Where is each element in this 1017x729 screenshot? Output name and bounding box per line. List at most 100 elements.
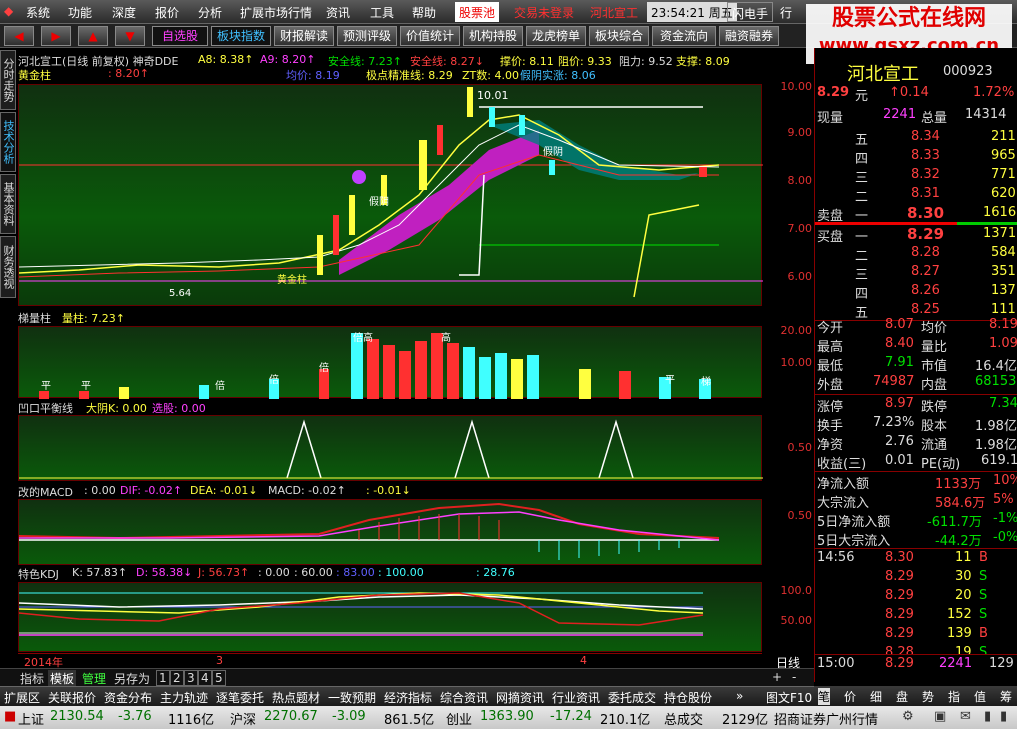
tab-indicator[interactable]: 指标 — [18, 670, 46, 686]
arrow-right-icon[interactable]: ▶ — [41, 26, 71, 46]
balance-panel[interactable] — [18, 415, 763, 481]
tick-row: 8.29 30 S — [815, 568, 1017, 587]
toolbar-report[interactable]: 财报解读 — [274, 26, 334, 46]
toolbar-rating[interactable]: 预测评级 — [337, 26, 397, 46]
tab-4[interactable]: 4 — [198, 670, 212, 686]
bottom-tabs: 指标 模板 管理 另存为 1 2 3 4 5 + - — [0, 668, 814, 686]
toolbar-margin[interactable]: 融资融券 — [719, 26, 779, 46]
price-unit: 元 — [855, 89, 869, 104]
quote-tab[interactable]: 指 — [948, 688, 960, 705]
link-tab[interactable]: 主力轨迹 — [160, 689, 208, 706]
toolbar-dragon-tiger[interactable]: 龙虎榜单 — [526, 26, 586, 46]
menu-extended-market[interactable]: 扩展市场行情 — [240, 4, 312, 21]
link-tab[interactable]: 行业资讯 — [552, 689, 600, 706]
tab-finance[interactable]: 财务透视 — [0, 236, 16, 298]
arrow-down-icon[interactable]: ▼ — [115, 26, 145, 46]
link-tab[interactable]: 一致预期 — [328, 689, 376, 706]
quote-tab[interactable]: 笔 — [818, 688, 831, 705]
more-tabs-icon[interactable]: » — [736, 689, 743, 703]
tab-save-as[interactable]: 另存为 — [112, 670, 152, 686]
menu-analysis[interactable]: 分析 — [198, 4, 222, 21]
menu-system[interactable]: 系统 — [26, 4, 50, 21]
stat-label: 净资 — [817, 438, 844, 453]
tab-1[interactable]: 1 — [156, 670, 170, 686]
tick-vol: 20 — [955, 588, 972, 603]
f10-tab[interactable]: 图文F10 — [766, 689, 812, 706]
toolbar-institution[interactable]: 机构持股 — [463, 26, 523, 46]
ladder-label: 倍 — [215, 379, 225, 392]
toolbar-value-stats[interactable]: 价值统计 — [400, 26, 460, 46]
gold-col-label: 黄金柱 — [18, 69, 51, 82]
link-tab[interactable]: 关联报价 — [48, 689, 96, 706]
arrow-up-icon[interactable]: ▲ — [78, 26, 108, 46]
tick-row: 8.29 152 S — [815, 606, 1017, 625]
sz-label: 沪深 — [230, 713, 257, 728]
link-tab[interactable]: 综合资讯 — [440, 689, 488, 706]
link-tab[interactable]: 逐笔委托 — [216, 689, 264, 706]
now-vol: 2241 — [883, 107, 917, 122]
trade-login-button[interactable]: 交易未登录 — [510, 2, 578, 22]
toolbar-sector[interactable]: 板块综合 — [589, 26, 649, 46]
price-chart-panel[interactable]: 10.01 5.64 假阴 假阴 黄金柱 — [18, 84, 763, 306]
quote-tab[interactable]: 势 — [922, 688, 934, 705]
flash-trade-button[interactable]: 闪电手 — [727, 2, 774, 22]
tab-profile[interactable]: 基本资料 — [0, 174, 16, 234]
tab-manage[interactable]: 管理 — [80, 670, 108, 686]
tab-technical[interactable]: 技术分析 — [0, 112, 16, 172]
price-change: ↑0.14 — [889, 85, 929, 100]
arrow-left-icon[interactable]: ◀ — [4, 26, 34, 46]
ladder-panel[interactable]: 平 平 倍 倍 倍 倍高 高 平 梯 — [18, 326, 762, 399]
kdj-v60: : 60.00 — [294, 566, 333, 579]
stat-row: 换手 7.23% 股本 1.98亿 — [815, 414, 1017, 434]
menu-more[interactable]: 行 — [776, 2, 796, 22]
toolbar-sector-index[interactable]: 板块指数 — [211, 26, 271, 46]
zoom-in-icon[interactable]: + — [770, 670, 784, 686]
tab-template[interactable]: 模板 — [48, 670, 77, 686]
menu-function[interactable]: 功能 — [68, 4, 92, 21]
quote-tab[interactable]: 筹 — [1000, 688, 1012, 705]
link-tab[interactable]: 委托成交 — [608, 689, 656, 706]
zoom-out-icon[interactable]: - — [790, 670, 798, 686]
menu-tools[interactable]: 工具 — [370, 4, 394, 21]
balance-chart — [19, 419, 763, 479]
toolbar-money-flow[interactable]: 资金流向 — [652, 26, 716, 46]
macd-dea: DEA: -0.01↓ — [190, 484, 258, 497]
link-tab[interactable]: 经济指标 — [384, 689, 432, 706]
link-tab[interactable]: 持仓股份 — [664, 689, 712, 706]
quote-tab[interactable]: 价 — [844, 688, 856, 705]
link-tab[interactable]: 热点题材 — [272, 689, 320, 706]
tab-2[interactable]: 2 — [170, 670, 184, 686]
message-icon[interactable]: ✉ — [960, 709, 971, 724]
bid-level: 四 — [855, 287, 869, 302]
settings-icon[interactable]: ⚙ — [902, 709, 914, 724]
stat-label: 最低 — [817, 359, 844, 374]
quote-tab[interactable]: 盘 — [896, 688, 908, 705]
flow-label: 大宗流入 — [817, 496, 870, 511]
cy-value: 1363.90 — [480, 709, 534, 724]
menu-depth[interactable]: 深度 — [112, 4, 136, 21]
menu-quote[interactable]: 报价 — [155, 4, 179, 21]
link-tab[interactable]: 扩展区 — [4, 689, 40, 706]
sell1-vol: 1616 — [983, 205, 1017, 220]
buy1-vol: 1371 — [983, 226, 1017, 241]
tab-intraday[interactable]: 分时走势 — [0, 50, 16, 110]
tick-vol: 152 — [947, 607, 972, 622]
price-axis: 10.00 9.00 8.00 7.00 6.00 — [762, 80, 814, 306]
toolbar-watchlist[interactable]: 自选股 — [152, 26, 208, 46]
kdj-panel[interactable] — [18, 582, 762, 652]
stat-value: 8.40 — [885, 336, 914, 351]
link-tab[interactable]: 网摘资讯 — [496, 689, 544, 706]
macd-panel[interactable] — [18, 499, 762, 565]
menu-help[interactable]: 帮助 — [412, 4, 436, 21]
label-low: 5.64 — [169, 288, 191, 299]
tab-5[interactable]: 5 — [212, 670, 226, 686]
quote-tab[interactable]: 细 — [870, 688, 882, 705]
quote-tab[interactable]: 值 — [974, 688, 986, 705]
tick-price: 8.29 — [885, 569, 914, 584]
link-tab[interactable]: 资金分布 — [104, 689, 152, 706]
menu-news[interactable]: 资讯 — [326, 4, 350, 21]
balance-select: 选股: 0.00 — [152, 402, 206, 415]
tab-3[interactable]: 3 — [184, 670, 198, 686]
stock-pool-button[interactable]: 股票池 — [455, 2, 500, 22]
image-icon[interactable]: ▣ — [934, 709, 946, 724]
